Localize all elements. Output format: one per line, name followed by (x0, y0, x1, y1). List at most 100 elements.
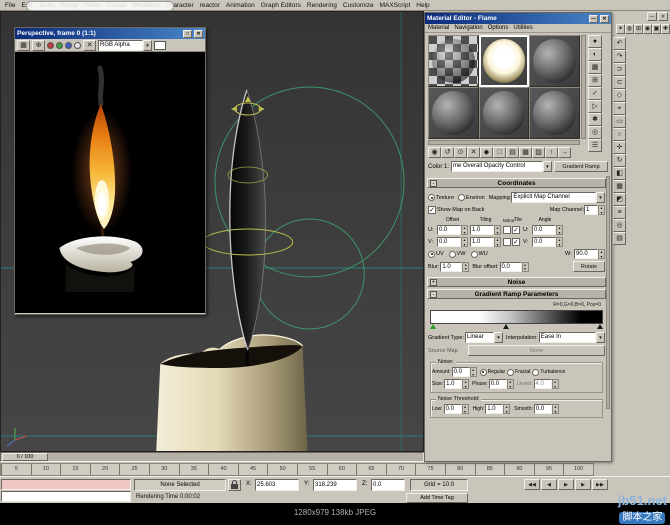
spinner-icon[interactable] (556, 225, 563, 235)
tab-create-icon[interactable]: ✶ (616, 24, 625, 34)
rollout-scrollbar[interactable] (606, 176, 610, 409)
threshold-low-field[interactable]: 0.0 (444, 404, 462, 414)
options-icon[interactable]: ✱ (588, 113, 602, 126)
spinner-icon[interactable] (462, 379, 469, 389)
time-slider[interactable]: 0 / 100 (0, 452, 424, 462)
spinner-icon[interactable] (556, 237, 563, 247)
collapse-icon[interactable]: - (430, 180, 437, 187)
track-bar[interactable]: 5101520253035404550556065707580859095100 (0, 463, 594, 476)
collapse-icon[interactable]: - (430, 291, 437, 298)
uv-radio[interactable] (428, 251, 435, 258)
material-map-navigator-icon[interactable]: ☰ (588, 139, 602, 152)
menu-item[interactable]: Customize (340, 2, 377, 9)
make-copy-icon[interactable]: ◆ (480, 147, 493, 158)
maxscript-listener-input[interactable] (1, 479, 131, 490)
blur-field[interactable]: 1.0 (440, 262, 462, 272)
spinner-icon[interactable] (494, 237, 501, 247)
material-editor-titlebar[interactable]: Material Editor - Flame — ✕ (425, 13, 611, 24)
menu-item[interactable]: Animation (223, 2, 258, 9)
spinner-icon[interactable] (552, 404, 559, 414)
add-time-tag-button[interactable]: Add Time Tag (406, 493, 468, 503)
minimize-icon[interactable]: — (589, 15, 598, 23)
spinner-icon[interactable] (552, 379, 559, 389)
rollout-gradient-ramp-parameters[interactable]: - Gradient Ramp Parameters (427, 289, 606, 299)
menu-item[interactable]: Rendering (304, 2, 340, 9)
green-channel-icon[interactable] (56, 42, 63, 49)
spinner-icon[interactable] (462, 404, 469, 414)
u-mirror-checkbox[interactable] (503, 226, 511, 234)
blue-channel-icon[interactable] (65, 42, 72, 49)
go-to-parent-icon[interactable]: ↑ (545, 147, 558, 158)
v-angle-field[interactable]: 0.0 (532, 237, 556, 247)
assign-material-icon[interactable]: ⊙ (454, 147, 467, 158)
material-editor-menu-item[interactable]: Navigation (454, 25, 482, 31)
select-by-material-icon[interactable]: ◎ (588, 126, 602, 139)
select-and-move-icon[interactable]: ✛ (613, 141, 626, 154)
reset-map-icon[interactable]: ✕ (467, 147, 480, 158)
spinner-icon[interactable] (598, 205, 605, 215)
trackbar-range[interactable] (26, 1, 174, 11)
bind-spacewarp-icon[interactable]: ◇ (613, 89, 626, 102)
gradient-flag-mid[interactable] (503, 324, 509, 329)
noise-phase-field[interactable]: 0.0 (489, 379, 507, 389)
sample-slot[interactable] (479, 87, 530, 139)
material-editor-menu-item[interactable]: Material (428, 25, 449, 31)
environ-radio[interactable] (458, 194, 465, 201)
backlight-icon[interactable]: ◐ (588, 48, 602, 61)
go-to-end-icon[interactable]: ▶▶ (592, 479, 608, 490)
red-channel-icon[interactable] (47, 42, 54, 49)
rotate-button[interactable]: Rotate (573, 261, 605, 272)
sample-type-icon[interactable]: ● (588, 35, 602, 48)
spinner-icon[interactable] (598, 249, 605, 259)
unlink-icon[interactable]: ⊂ (613, 76, 626, 89)
put-material-to-scene-icon[interactable]: ↺ (441, 147, 454, 158)
w-angle-field[interactable]: 90.0 (574, 249, 598, 259)
fractal-radio[interactable] (507, 369, 514, 376)
sample-horizontal-scrollbar[interactable] (428, 140, 580, 145)
rollout-coordinates[interactable]: - Coordinates (427, 178, 606, 188)
select-by-name-icon[interactable]: ▭ (613, 115, 626, 128)
material-id-icon[interactable]: ▦ (519, 147, 532, 158)
u-angle-field[interactable]: 0.0 (532, 225, 556, 235)
spinner-icon[interactable] (494, 225, 501, 235)
chevron-down-icon[interactable] (596, 192, 605, 203)
vw-radio[interactable] (449, 251, 456, 258)
x-coordinate-field[interactable]: 25.603 (255, 479, 299, 491)
clone-rendered-frame-icon[interactable]: ⊕ (32, 40, 45, 51)
turbulence-radio[interactable] (532, 369, 539, 376)
put-to-library-icon[interactable]: ▤ (506, 147, 519, 158)
undo-icon[interactable]: ↶ (613, 37, 626, 50)
menu-item[interactable]: Graph Editors (258, 2, 304, 9)
selection-lock-button[interactable] (228, 479, 241, 491)
maxscript-listener-output[interactable] (1, 491, 131, 502)
spinner-icon[interactable] (461, 225, 468, 235)
z-coordinate-field[interactable]: 0.0 (371, 479, 405, 491)
threshold-smooth-field[interactable]: 0.0 (534, 404, 552, 414)
gradient-flag-0[interactable] (430, 324, 436, 329)
tab-utilities-icon[interactable]: ✚ (661, 24, 670, 34)
sample-slot[interactable] (529, 35, 580, 87)
v-tiling-field[interactable]: 1.0 (470, 237, 494, 247)
menu-item[interactable]: reactor (197, 2, 223, 9)
menu-item[interactable]: File (2, 2, 18, 9)
noise-size-field[interactable]: 1.0 (444, 379, 462, 389)
y-coordinate-field[interactable]: 318.239 (313, 479, 357, 491)
regular-radio[interactable] (480, 369, 487, 376)
make-unique-icon[interactable]: □ (493, 147, 506, 158)
render-window-titlebar[interactable]: Perspective, frame 0 (1:1) □ ✕ (15, 28, 205, 39)
gradient-flag-end[interactable] (597, 324, 603, 329)
gradient-type-dropdown[interactable]: Linear (465, 332, 503, 343)
spinner-icon[interactable] (507, 379, 514, 389)
make-preview-icon[interactable]: ▷ (588, 100, 602, 113)
spinner-icon[interactable] (470, 367, 477, 377)
sample-slot-active-flame[interactable] (479, 35, 530, 87)
close-icon[interactable]: ✕ (600, 15, 609, 23)
u-tiling-field[interactable]: 1.0 (470, 225, 494, 235)
sample-slot-checker[interactable] (428, 35, 479, 87)
redo-icon[interactable]: ↷ (613, 50, 626, 63)
background-icon[interactable]: ▦ (588, 61, 602, 74)
previous-frame-icon[interactable]: ◀ (541, 479, 557, 490)
go-to-start-icon[interactable]: ◀◀ (524, 479, 540, 490)
render-icon[interactable]: ◎ (613, 219, 626, 232)
tab-hierarchy-icon[interactable]: ⊞ (634, 24, 643, 34)
